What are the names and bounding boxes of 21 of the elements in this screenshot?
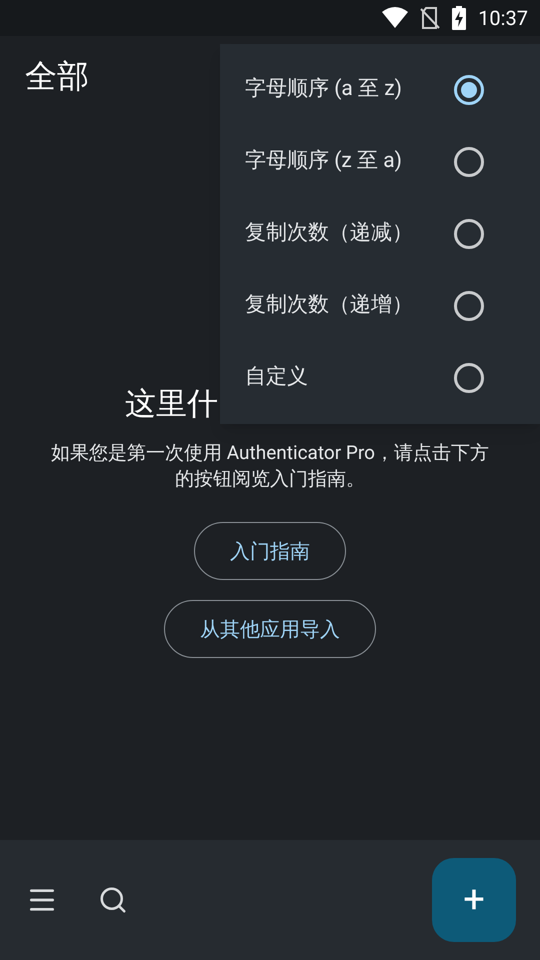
search-icon[interactable] xyxy=(98,885,128,915)
radio-button[interactable] xyxy=(454,147,484,177)
wifi-icon xyxy=(382,7,408,29)
radio-button[interactable] xyxy=(454,291,484,321)
page-title: 全部 xyxy=(25,56,89,96)
status-time: 10:37 xyxy=(478,5,528,32)
sort-option[interactable]: 字母顺序 (a 至 z) xyxy=(220,54,540,126)
radio-button[interactable] xyxy=(454,75,484,105)
no-sim-icon xyxy=(420,7,440,29)
empty-heading: 这里什 xyxy=(125,384,218,424)
radio-button[interactable] xyxy=(454,363,484,393)
sort-option[interactable]: 字母顺序 (z 至 a) xyxy=(220,126,540,198)
sort-option[interactable]: 自定义 xyxy=(220,342,540,414)
empty-message: 如果您是第一次使用 Authenticator Pro，请点击下方的按钮阅览入门指南。 xyxy=(50,440,490,492)
radio-button[interactable] xyxy=(454,219,484,249)
sort-option[interactable]: 复制次数（递增） xyxy=(220,270,540,342)
outline-button[interactable]: 从其他应用导入 xyxy=(164,600,376,658)
sort-option[interactable]: 复制次数（递减） xyxy=(220,198,540,270)
outline-button[interactable]: 入门指南 xyxy=(194,522,346,580)
add-fab[interactable]: + xyxy=(432,858,516,942)
battery-charging-icon xyxy=(452,6,466,30)
